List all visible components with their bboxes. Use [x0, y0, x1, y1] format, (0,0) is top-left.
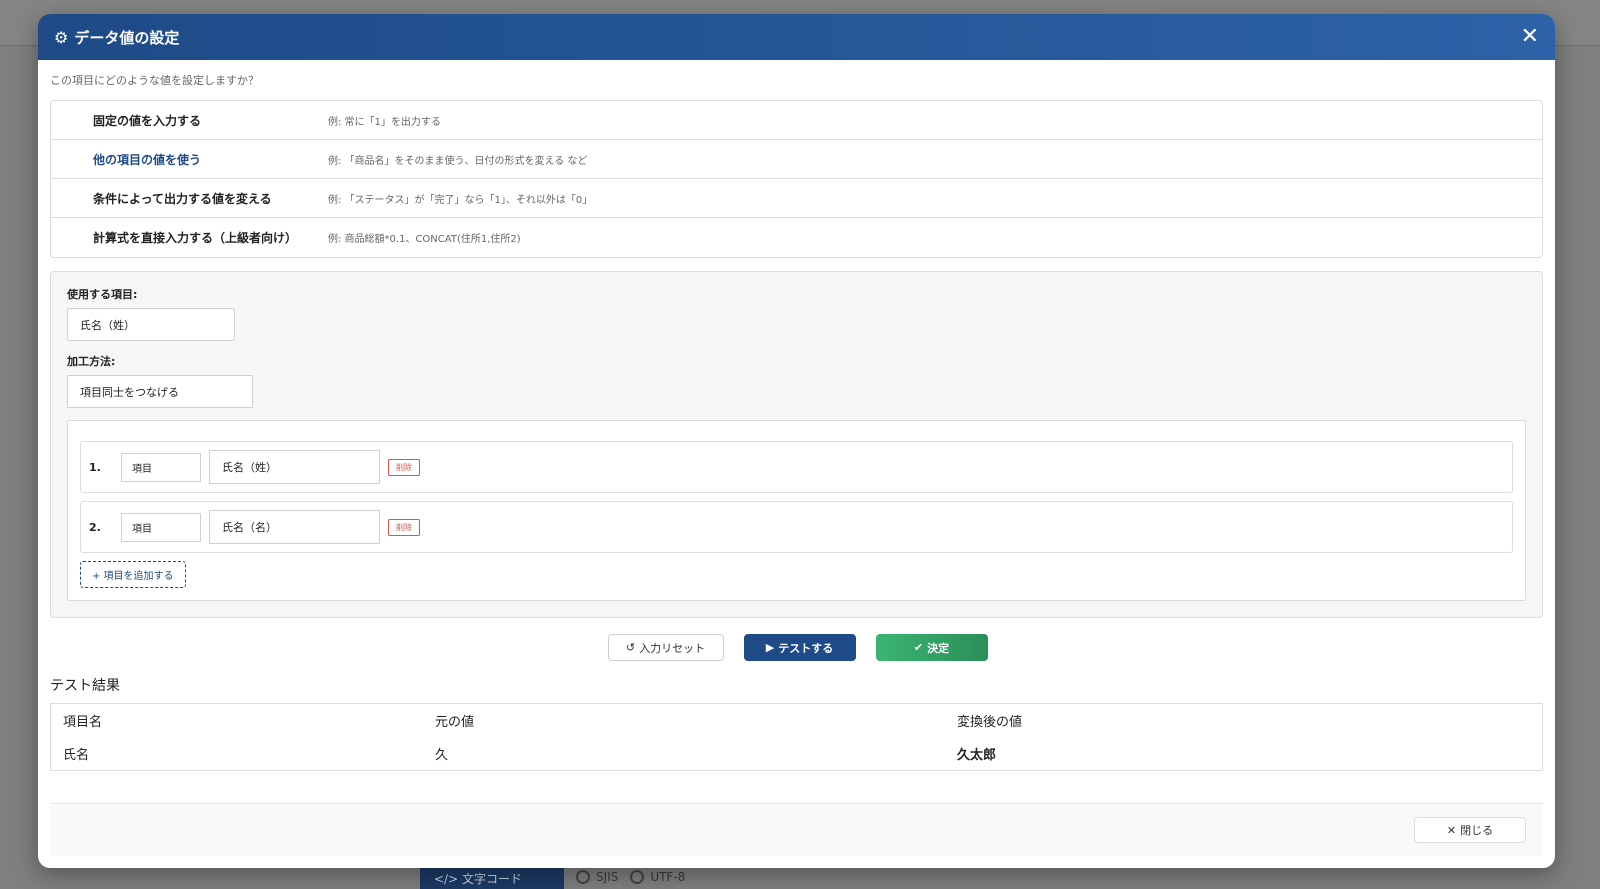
gear-icon: ⚙	[54, 27, 69, 47]
close-icon: ✕	[1446, 823, 1457, 837]
option-use-other-field[interactable]: 他の項目の値を使う 例: 「商品名」をそのまま使う、日付の形式を変える など	[51, 140, 1542, 179]
close-button[interactable]: ✕ 閉じる	[1414, 817, 1526, 843]
modal-body: この項目にどのような値を設定しますか？ 固定の値を入力する 例: 常に「1」を出…	[38, 60, 1555, 771]
close-icon[interactable]: ✕	[1521, 26, 1539, 48]
reset-button[interactable]: ↺ 入力リセット	[607, 634, 724, 661]
close-label: 閉じる	[1460, 824, 1494, 837]
background-tab-label: 文字コード	[461, 872, 522, 886]
method-select[interactable]: 項目同士をつなげる	[67, 375, 253, 408]
concat-items-area: 1. 項目 氏名（姓） 削除 2. 項目 氏名（名） 削除 + 項目を追加する	[67, 420, 1526, 601]
background-radio-sjis: SJIS	[576, 869, 619, 884]
test-result-title: テスト結果	[50, 678, 120, 694]
concat-row: 1. 項目 氏名（姓） 削除	[80, 441, 1513, 493]
concat-row: 2. 項目 氏名（名） 削除	[80, 501, 1513, 553]
delete-button[interactable]: 削除	[388, 518, 420, 536]
value-type-options: 固定の値を入力する 例: 常に「1」を出力する 他の項目の値を使う 例: 「商品…	[50, 100, 1543, 258]
row-number: 1.	[89, 460, 101, 474]
play-icon: ▶	[765, 641, 775, 654]
add-item-button[interactable]: + 項目を追加する	[80, 561, 186, 588]
option-fixed-value[interactable]: 固定の値を入力する 例: 常に「1」を出力する	[51, 101, 1542, 140]
option-example: 例: 「ステータス」が「完了」なら「1」、それ以外は「0」	[328, 194, 593, 206]
test-label: テストする	[778, 641, 834, 655]
table-header-row: 項目名 元の値 変換後の値	[51, 704, 1542, 737]
data-value-modal: ⚙ データ値の設定 ✕ この項目にどのような値を設定しますか？ 固定の値を入力す…	[38, 14, 1555, 868]
undo-icon: ↺	[625, 641, 636, 654]
option-label: 条件によって出力する値を変える	[93, 191, 272, 206]
config-panel: 使用する項目: 氏名（姓） 加工方法: 項目同士をつなげる 1. 項目 氏名（姓…	[50, 271, 1543, 618]
question-text: この項目にどのような値を設定しますか？	[50, 74, 259, 87]
test-result-table: 項目名 元の値 変換後の値 氏名 久 久太郎	[50, 703, 1543, 771]
option-label: 他の項目の値を使う	[93, 152, 202, 167]
row-value-select[interactable]: 氏名（姓）	[209, 450, 380, 484]
header-converted-value: 変換後の値	[957, 715, 1023, 730]
header-original-value: 元の値	[435, 715, 475, 730]
reset-label: 入力リセット	[639, 641, 706, 655]
background-radio-utf8: UTF-8	[630, 869, 686, 884]
modal-header: ⚙ データ値の設定 ✕	[38, 14, 1555, 60]
option-example: 例: 常に「1」を出力する	[328, 116, 441, 128]
cell-original-value: 久	[435, 748, 449, 763]
option-label: 計算式を直接入力する（上級者向け）	[93, 231, 298, 245]
row-number: 2.	[89, 520, 101, 534]
option-example: 例: 「商品名」をそのまま使う、日付の形式を変える など	[328, 155, 588, 167]
option-formula[interactable]: 計算式を直接入力する（上級者向け） 例: 商品総額*0.1、CONCAT(住所1…	[51, 218, 1542, 257]
modal-footer: ✕ 閉じる	[50, 803, 1543, 856]
row-type-select[interactable]: 項目	[121, 452, 201, 482]
test-button[interactable]: ▶ テストする	[743, 634, 856, 661]
modal-title: データ値の設定	[74, 28, 180, 47]
cell-field-name: 氏名	[63, 748, 90, 763]
radio-label-sjis: SJIS	[596, 869, 619, 884]
option-example: 例: 商品総額*0.1、CONCAT(住所1,住所2)	[328, 234, 521, 245]
confirm-label: 決定	[927, 641, 950, 655]
row-value-select[interactable]: 氏名（名）	[209, 510, 380, 544]
method-label: 加工方法:	[67, 355, 116, 368]
radio-icon	[630, 869, 645, 884]
header-field-name: 項目名	[63, 715, 103, 730]
table-row: 氏名 久 久太郎	[51, 737, 1542, 770]
use-field-label: 使用する項目:	[67, 288, 138, 301]
radio-icon	[576, 869, 590, 884]
action-buttons: ↺ 入力リセット ▶ テストする ✔ 決定	[52, 634, 1543, 661]
cell-converted-value: 久太郎	[957, 748, 997, 763]
use-field-select[interactable]: 氏名（姓）	[67, 308, 235, 341]
confirm-button[interactable]: ✔ 決定	[875, 634, 988, 661]
radio-label-utf8: UTF-8	[650, 869, 686, 884]
row-type-select[interactable]: 項目	[121, 512, 201, 542]
delete-button[interactable]: 削除	[388, 458, 420, 476]
check-icon: ✔	[913, 641, 924, 654]
option-label: 固定の値を入力する	[93, 113, 202, 128]
option-conditional[interactable]: 条件によって出力する値を変える 例: 「ステータス」が「完了」なら「1」、それ以…	[51, 179, 1542, 218]
